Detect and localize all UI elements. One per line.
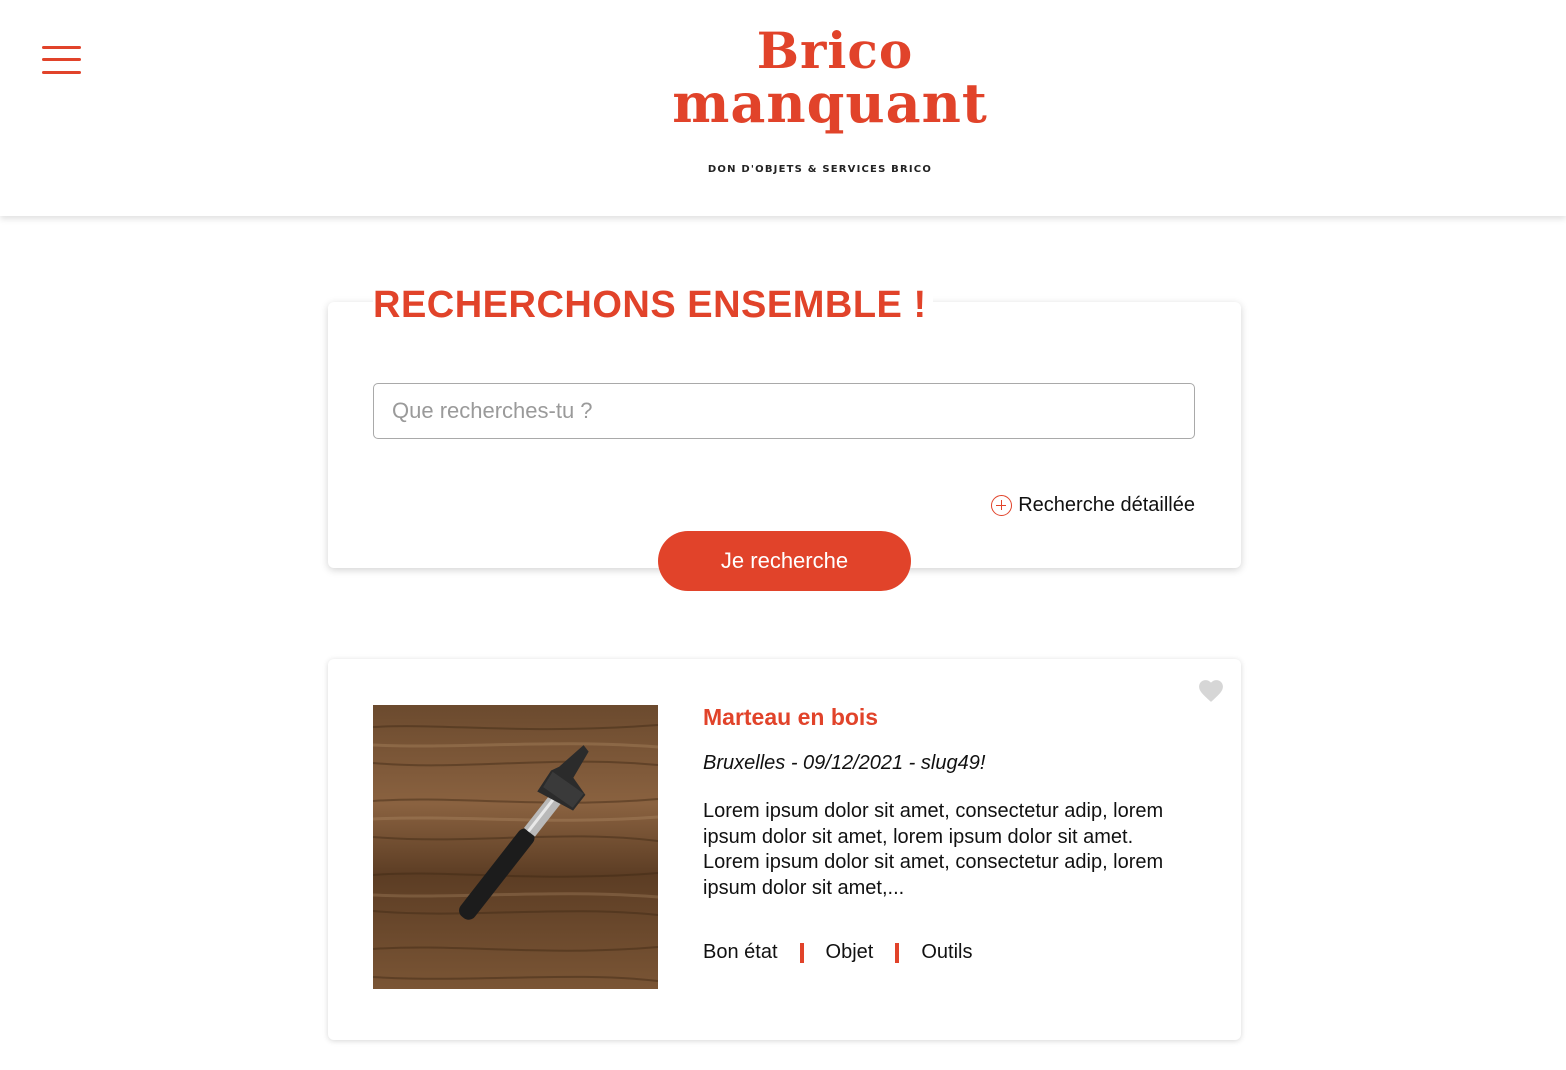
result-card[interactable]: Marteau en bois Bruxelles - 09/12/2021 -… (328, 659, 1241, 1040)
hammer-on-wood-photo[interactable] (373, 705, 658, 989)
search-button[interactable]: Je recherche (658, 531, 911, 591)
item-tags: Bon état Objet Outils (703, 941, 972, 964)
site-logo[interactable]: Brico manquant (600, 21, 1060, 135)
logo-line2: manquant (672, 71, 988, 135)
tag-separator (799, 942, 804, 963)
hamburger-menu-icon[interactable] (42, 44, 82, 76)
search-card: Recherche détaillée (328, 302, 1241, 568)
tag-type: Objet (825, 941, 874, 963)
site-header: Brico manquant DON D'OBJETS & SERVICES B… (0, 0, 1566, 216)
site-tagline: DON D'OBJETS & SERVICES BRICO (707, 164, 933, 175)
advanced-search-link[interactable]: Recherche détaillée (991, 494, 1195, 517)
item-description: Lorem ipsum dolor sit amet, consectetur … (703, 800, 1164, 899)
search-title: RECHERCHONS ENSEMBLE ! (373, 284, 933, 327)
logo-line1: Brico (756, 21, 914, 80)
tag-condition: Bon état (703, 941, 778, 963)
advanced-search-label: Recherche détaillée (1018, 494, 1195, 516)
search-input[interactable] (373, 383, 1195, 439)
heart-icon[interactable] (1198, 679, 1224, 703)
item-meta: Bruxelles - 09/12/2021 - slug49! (703, 752, 986, 774)
tag-category: Outils (921, 941, 973, 963)
tag-separator (895, 942, 900, 963)
plus-circle-icon (991, 495, 1013, 516)
item-title[interactable]: Marteau en bois (703, 704, 878, 731)
